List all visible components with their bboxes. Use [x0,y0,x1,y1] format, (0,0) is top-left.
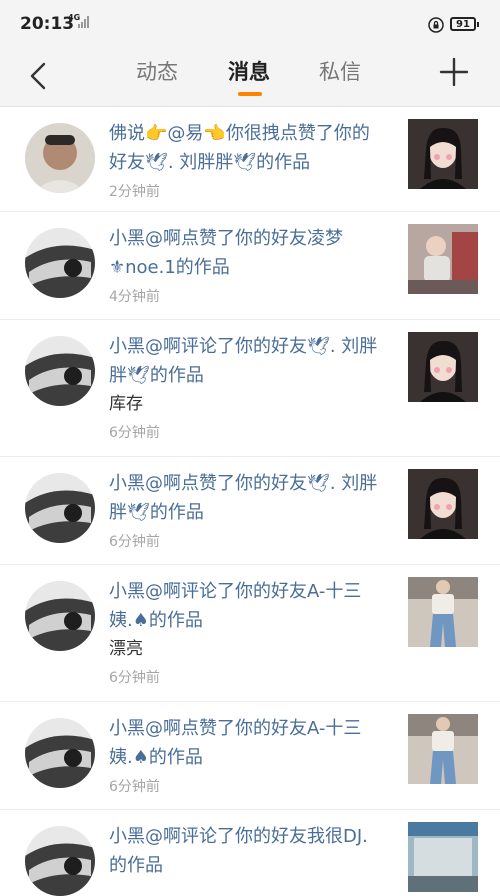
message-content: 小黑@啊评论了你的好友🕊. 刘胖 胖🕊的作品 库存 6分钟前 [109,332,394,442]
car-photo-avatar[interactable] [25,581,95,651]
girl-portrait-thumbnail[interactable] [408,332,478,402]
list-item[interactable]: 佛说👉@易👈你很拽点赞了你的 好友🕊. 刘胖胖🕊的作品 2分钟前 [0,107,500,212]
car-photo-avatar[interactable] [25,718,95,788]
car-photo-avatar[interactable] [25,228,95,298]
list-item[interactable]: 小黑@啊点赞了你的好友🕊. 刘胖 胖🕊的作品 6分钟前 [0,457,500,565]
list-item[interactable]: 小黑@啊评论了你的好友A-十三 姨.♠的作品 漂亮 6分钟前 [0,565,500,702]
message-content: 小黑@啊点赞了你的好友🕊. 刘胖 胖🕊的作品 6分钟前 [109,469,394,551]
comment-text: 库存 [109,394,143,414]
timestamp: 4分钟前 [109,289,160,305]
message-line-2: 好友🕊. 刘胖胖🕊的作品 [109,152,311,173]
battery-icon: 91 [450,17,479,31]
back-arrow-icon[interactable] [22,58,58,94]
timestamp: 6分钟前 [109,670,160,686]
message-line-1: 小黑@啊点赞了你的好友🕊. 刘胖 [109,473,378,494]
message-line-1: 佛说👉@易👈你很拽点赞了你的 [109,123,370,144]
car-photo-avatar[interactable] [25,336,95,406]
plus-icon[interactable] [438,56,470,88]
tab-private-messages[interactable]: 私信 [319,56,361,86]
tab-dynamics[interactable]: 动态 [136,56,178,86]
message-line-1: 小黑@啊点赞了你的好友凌梦 [109,228,343,249]
outfit-photo-thumbnail[interactable] [408,714,478,784]
tab-messages[interactable]: 消息 [228,56,270,86]
rotation-lock-icon [428,17,444,33]
message-line-1: 小黑@啊评论了你的好友我很DJ. [109,826,368,847]
message-line-2: ⚜noe.1的作品 [109,257,230,278]
list-item[interactable]: 小黑@啊点赞了你的好友凌梦 ⚜noe.1的作品 4分钟前 [0,212,500,320]
street-photo-thumbnail[interactable] [408,822,478,892]
message-line-2: 姨.♠的作品 [109,610,203,631]
girl-portrait-thumbnail[interactable] [408,119,478,189]
signal-icon [78,16,89,28]
comment-text: 漂亮 [109,639,143,659]
message-line-2: 姨.♠的作品 [109,747,203,768]
list-item[interactable]: 小黑@啊评论了你的好友🕊. 刘胖 胖🕊的作品 库存 6分钟前 [0,320,500,457]
status-time: 20:13 [20,14,75,34]
user-photo-avatar[interactable] [25,123,95,193]
car-photo-avatar[interactable] [25,826,95,896]
timestamp: 2分钟前 [109,184,160,200]
outfit-photo-thumbnail[interactable] [408,577,478,647]
message-content: 小黑@啊评论了你的好友我很DJ. 的作品 [109,822,394,880]
message-line-2: 胖🕊的作品 [109,502,204,523]
list-item[interactable]: 小黑@啊评论了你的好友我很DJ. 的作品 [0,810,500,896]
message-content: 小黑@啊点赞了你的好友A-十三 姨.♠的作品 6分钟前 [109,714,394,796]
top-nav: 动态 消息 私信 [0,50,500,107]
message-content: 小黑@啊点赞了你的好友凌梦 ⚜noe.1的作品 4分钟前 [109,224,394,306]
timestamp: 6分钟前 [109,779,160,795]
active-tab-indicator [238,92,262,96]
message-line-1: 小黑@啊点赞了你的好友A-十三 [109,718,362,739]
message-content: 佛说👉@易👈你很拽点赞了你的 好友🕊. 刘胖胖🕊的作品 2分钟前 [109,119,394,201]
list-item[interactable]: 小黑@啊点赞了你的好友A-十三 姨.♠的作品 6分钟前 [0,702,500,810]
message-content: 小黑@啊评论了你的好友A-十三 姨.♠的作品 漂亮 6分钟前 [109,577,394,687]
message-line-1: 小黑@啊评论了你的好友🕊. 刘胖 [109,336,378,357]
notification-list: 佛说👉@易👈你很拽点赞了你的 好友🕊. 刘胖胖🕊的作品 2分钟前 小黑@啊点赞了… [0,107,500,896]
status-bar: 20:13 4G 91 [0,0,500,50]
timestamp: 6分钟前 [109,425,160,441]
child-photo-thumbnail[interactable] [408,224,478,294]
message-line-2: 胖🕊的作品 [109,365,204,386]
timestamp: 6分钟前 [109,534,160,550]
girl-portrait-thumbnail[interactable] [408,469,478,539]
message-line-1: 小黑@啊评论了你的好友A-十三 [109,581,362,602]
car-photo-avatar[interactable] [25,473,95,543]
